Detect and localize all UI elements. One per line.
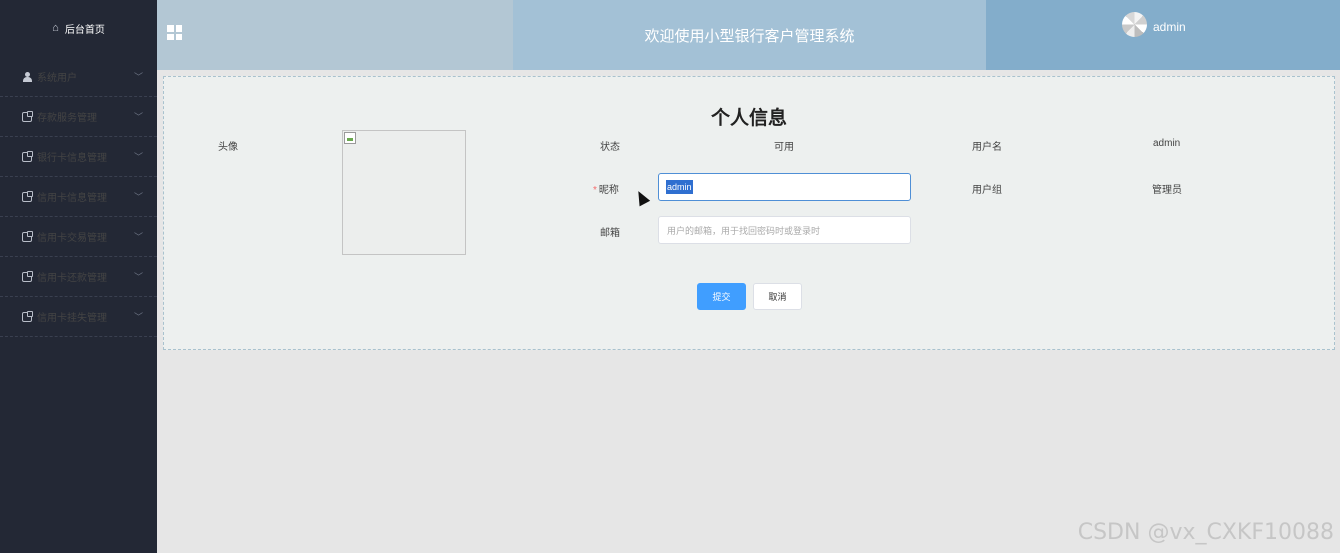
sidebar-item-deposit[interactable]: 存款服务管理 ﹀ (0, 97, 157, 137)
avatar-label: 头像 (218, 142, 238, 153)
status-value: 可用 (774, 142, 794, 153)
avatar-image[interactable] (342, 130, 466, 255)
required-mark: * (593, 185, 597, 196)
profile-panel: 个人信息 头像 状态 可用 用户名 admin * 昵称 admin 用户组 管理… (163, 76, 1335, 350)
watermark: CSDN @vx_CXKF10088 (1077, 520, 1334, 545)
username-value: admin (1153, 138, 1181, 149)
sidebar-item-bank-card[interactable]: 银行卡信息管理 ﹀ (0, 137, 157, 177)
document-icon (22, 110, 33, 122)
status-label: 状态 (600, 142, 620, 153)
document-icon (22, 270, 33, 282)
sidebar-item-credit-card[interactable]: 信用卡信息管理 ﹀ (0, 177, 157, 217)
sidebar: ⌂ 后台首页 系统用户 ﹀ 存款服务管理 ﹀ 银行卡信息管理 ﹀ 信用卡信息管理… (0, 0, 157, 553)
usergroup-value: 管理员 (1152, 185, 1182, 196)
sidebar-item-label: 系统用户 (37, 73, 77, 84)
header-title: 欢迎使用小型银行客户管理系统 (513, 0, 986, 70)
app-root: ⌂ 后台首页 系统用户 ﹀ 存款服务管理 ﹀ 银行卡信息管理 ﹀ 信用卡信息管理… (0, 0, 1340, 553)
nickname-label: 昵称 (598, 185, 619, 196)
header-username[interactable]: admin (1153, 20, 1186, 34)
chevron-down-icon: ﹀ (133, 311, 143, 322)
document-icon (22, 150, 33, 162)
sidebar-item-system-users[interactable]: 系统用户 ﹀ (0, 57, 157, 97)
document-icon (22, 230, 33, 242)
sidebar-item-label: 存款服务管理 (37, 113, 97, 124)
chevron-down-icon: ﹀ (133, 271, 143, 282)
home-icon: ⌂ (52, 22, 59, 34)
sidebar-item-label: 银行卡信息管理 (37, 153, 107, 164)
submit-button[interactable]: 提交 (697, 283, 746, 310)
user-icon (22, 71, 32, 82)
nickname-label-wrap: * 昵称 (593, 181, 619, 196)
broken-image-icon (344, 132, 356, 144)
top-header: 欢迎使用小型银行客户管理系统 admin (157, 0, 1340, 70)
sidebar-item-label: 信用卡交易管理 (37, 233, 107, 244)
sidebar-home-label: 后台首页 (64, 25, 105, 36)
chevron-down-icon: ﹀ (133, 111, 143, 122)
menu-grid-icon[interactable] (167, 25, 182, 40)
chevron-down-icon: ﹀ (133, 71, 143, 82)
username-label: 用户名 (972, 142, 1002, 153)
page-title: 个人信息 (710, 108, 787, 129)
chevron-down-icon: ﹀ (133, 231, 143, 242)
cancel-button[interactable]: 取消 (753, 283, 802, 310)
nickname-input-value: admin (666, 180, 693, 194)
header-left (157, 0, 513, 70)
header-user-area: admin (986, 0, 1340, 70)
avatar[interactable] (1122, 12, 1147, 37)
email-label: 邮箱 (600, 228, 620, 239)
document-icon (22, 190, 33, 202)
sidebar-item-credit-repayment[interactable]: 信用卡还款管理 ﹀ (0, 257, 157, 297)
sidebar-item-label: 信用卡还款管理 (37, 273, 107, 284)
sidebar-item-label: 信用卡信息管理 (37, 193, 107, 204)
usergroup-label: 用户组 (972, 185, 1002, 196)
sidebar-item-credit-transaction[interactable]: 信用卡交易管理 ﹀ (0, 217, 157, 257)
chevron-down-icon: ﹀ (133, 191, 143, 202)
email-input-placeholder: 用户的邮箱，用于找回密码时或登录时 (667, 225, 821, 236)
sidebar-item-label: 信用卡挂失管理 (37, 313, 107, 324)
nickname-input[interactable]: admin (658, 173, 911, 201)
email-input[interactable]: 用户的邮箱，用于找回密码时或登录时 (658, 216, 911, 244)
sidebar-home[interactable]: ⌂ 后台首页 (0, 0, 157, 57)
chevron-down-icon: ﹀ (133, 151, 143, 162)
sidebar-item-credit-loss[interactable]: 信用卡挂失管理 ﹀ (0, 297, 157, 337)
document-icon (22, 310, 33, 322)
